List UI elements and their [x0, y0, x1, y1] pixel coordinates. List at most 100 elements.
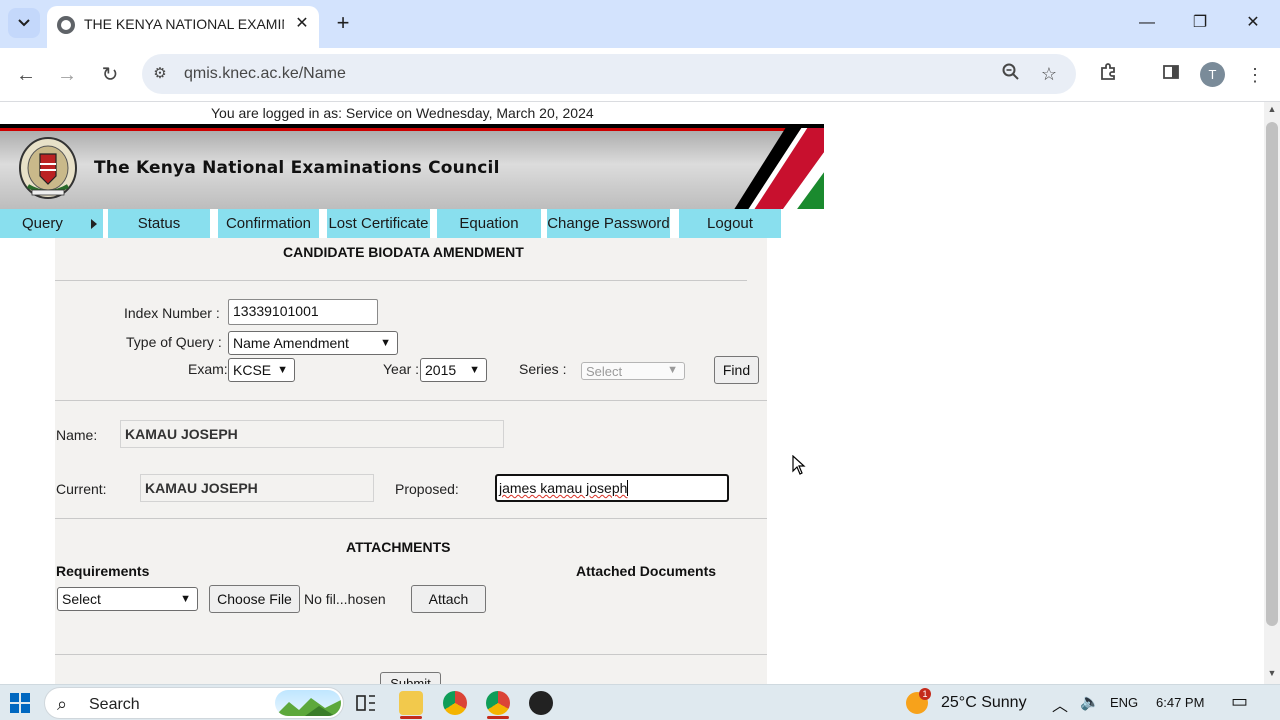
volume-icon[interactable]: 🔈	[1080, 692, 1100, 712]
app-icon[interactable]	[529, 691, 553, 715]
amendment-form: CANDIDATE BIODATA AMENDMENT Index Number…	[55, 238, 767, 684]
more-menu-icon[interactable]: ⋮	[1242, 62, 1268, 88]
window-close-icon[interactable]: ✕	[1241, 12, 1265, 34]
zoom-icon[interactable]	[1000, 63, 1022, 85]
name-label: Name:	[56, 427, 98, 443]
clock[interactable]: 6:47 PM	[1156, 695, 1204, 710]
banner-stripe	[0, 128, 824, 131]
requirements-select[interactable]: Select ▼	[57, 587, 198, 611]
choose-file-button[interactable]: Choose File	[209, 585, 300, 613]
series-label: Series :	[519, 361, 567, 377]
form-title: CANDIDATE BIODATA AMENDMENT	[283, 244, 524, 260]
forward-icon[interactable]: →	[53, 61, 81, 89]
menu-change-password[interactable]: Change Password	[547, 209, 670, 238]
scroll-up-arrow-icon[interactable]: ▲	[1264, 104, 1280, 116]
chevron-down-icon: ▼	[469, 364, 480, 376]
file-explorer-icon[interactable]	[399, 691, 423, 715]
attachments-title: ATTACHMENTS	[346, 539, 451, 555]
task-view-icon[interactable]	[354, 691, 378, 715]
index-number-input[interactable]: 13339101001	[228, 299, 378, 325]
site-info-icon[interactable]: ⚙	[150, 64, 170, 84]
menu-lost-certificate[interactable]: Lost Certificate	[327, 209, 430, 238]
profile-avatar[interactable]: T	[1200, 62, 1225, 87]
taskbar-search[interactable]: ⌕ Search	[44, 687, 344, 719]
exam-select[interactable]: KCSE ▼	[228, 358, 295, 382]
index-number-label: Index Number :	[124, 305, 220, 321]
page-scrollbar[interactable]: ▲ ▼	[1264, 102, 1280, 684]
minimize-icon[interactable]: —	[1135, 12, 1159, 34]
browser-toolbar: ← → ↻ ⚙ qmis.knec.ac.ke/Name ☆ ⋮	[0, 48, 1280, 102]
proposed-name-label: Proposed:	[395, 481, 459, 497]
coat-of-arms-logo	[19, 137, 77, 199]
side-panel-icon[interactable]	[1158, 62, 1184, 88]
chevron-down-icon: ▼	[180, 593, 191, 605]
browser-tab[interactable]: THE KENYA NATIONAL EXAMINATIONS COUNCIL …	[47, 6, 319, 48]
windows-taskbar: ⌕ Search 1 25°C Sunny ︿ 🔈 ENG 6:47 PM ▭	[0, 684, 1280, 720]
attached-documents-label: Attached Documents	[576, 563, 717, 579]
chevron-down-icon: ▼	[667, 364, 678, 376]
search-icon: ⌕	[57, 694, 68, 714]
header-title: The Kenya National Examinations Council	[94, 158, 500, 178]
divider	[55, 518, 767, 519]
query-type-label: Type of Query :	[126, 334, 222, 350]
scroll-thumb[interactable]	[1266, 122, 1278, 626]
find-button[interactable]: Find	[714, 356, 759, 384]
proposed-name-value: james kamau joseph	[499, 480, 628, 496]
current-name-label: Current:	[56, 481, 107, 497]
menu-status[interactable]: Status	[108, 209, 210, 238]
chevron-down-icon: ▼	[380, 337, 391, 349]
attach-button[interactable]: Attach	[411, 585, 486, 613]
language-indicator[interactable]: ENG	[1110, 695, 1138, 710]
requirements-value: Select	[62, 591, 101, 607]
notifications-icon[interactable]: ▭	[1231, 691, 1248, 712]
active-indicator	[487, 716, 509, 719]
new-tab-icon[interactable]: +	[333, 12, 353, 34]
chevron-down-icon	[18, 19, 30, 27]
tab-title: THE KENYA NATIONAL EXAMINATIONS COUNCIL	[84, 16, 284, 32]
active-indicator	[400, 716, 422, 719]
exam-label: Exam:	[188, 361, 228, 377]
weather-badge: 1	[919, 688, 931, 700]
text-cursor	[627, 480, 629, 496]
bookmark-star-icon[interactable]: ☆	[1038, 63, 1060, 85]
submenu-arrow-icon	[91, 219, 97, 229]
address-bar[interactable]: ⚙ qmis.knec.ac.ke/Name ☆	[142, 54, 1076, 94]
weather-text[interactable]: 25°C Sunny	[941, 694, 1027, 712]
name-field: KAMAU JOSEPH	[120, 420, 504, 448]
menu-query[interactable]: Query	[0, 209, 103, 238]
submit-button[interactable]: Submit	[380, 672, 441, 684]
chrome-icon[interactable]	[443, 691, 467, 715]
chevron-down-icon: ▼	[277, 364, 288, 376]
mouse-pointer-icon	[792, 455, 806, 475]
chrome-icon[interactable]	[486, 691, 510, 715]
search-highlight-image	[275, 690, 341, 716]
menu-confirmation[interactable]: Confirmation	[218, 209, 319, 238]
scroll-down-arrow-icon[interactable]: ▼	[1264, 668, 1280, 680]
menu-logout[interactable]: Logout	[679, 209, 781, 238]
main-menu: Query Status Confirmation Lost Certifica…	[0, 209, 824, 238]
globe-icon	[57, 16, 75, 34]
show-hidden-icons-icon[interactable]: ︿	[1052, 692, 1068, 716]
series-select[interactable]: Select ▼	[581, 362, 685, 380]
restore-icon[interactable]: ❐	[1188, 12, 1212, 34]
divider	[55, 654, 767, 655]
year-label: Year :	[383, 361, 420, 377]
taskbar-search-text: Search	[89, 696, 140, 713]
reload-icon[interactable]: ↻	[96, 61, 124, 89]
tab-close-icon[interactable]: ✕	[292, 14, 312, 34]
divider	[55, 280, 747, 281]
url-text[interactable]: qmis.knec.ac.ke/Name	[184, 65, 346, 83]
query-type-select[interactable]: Name Amendment ▼	[228, 331, 398, 355]
back-icon[interactable]: ←	[12, 61, 40, 89]
no-file-text: No fil...hosen	[304, 591, 386, 607]
extensions-icon[interactable]	[1095, 62, 1121, 88]
page-viewport: You are logged in as: Service on Wednesd…	[0, 102, 1264, 684]
requirements-label: Requirements	[56, 563, 150, 579]
year-select[interactable]: 2015 ▼	[420, 358, 487, 382]
header-banner: The Kenya National Examinations Council	[0, 124, 824, 209]
proposed-name-input[interactable]: james kamau joseph	[495, 474, 729, 502]
menu-equation[interactable]: Equation	[437, 209, 541, 238]
tab-search-button[interactable]	[8, 8, 40, 38]
menu-query-label: Query	[22, 215, 63, 232]
windows-start-icon[interactable]	[10, 693, 30, 713]
